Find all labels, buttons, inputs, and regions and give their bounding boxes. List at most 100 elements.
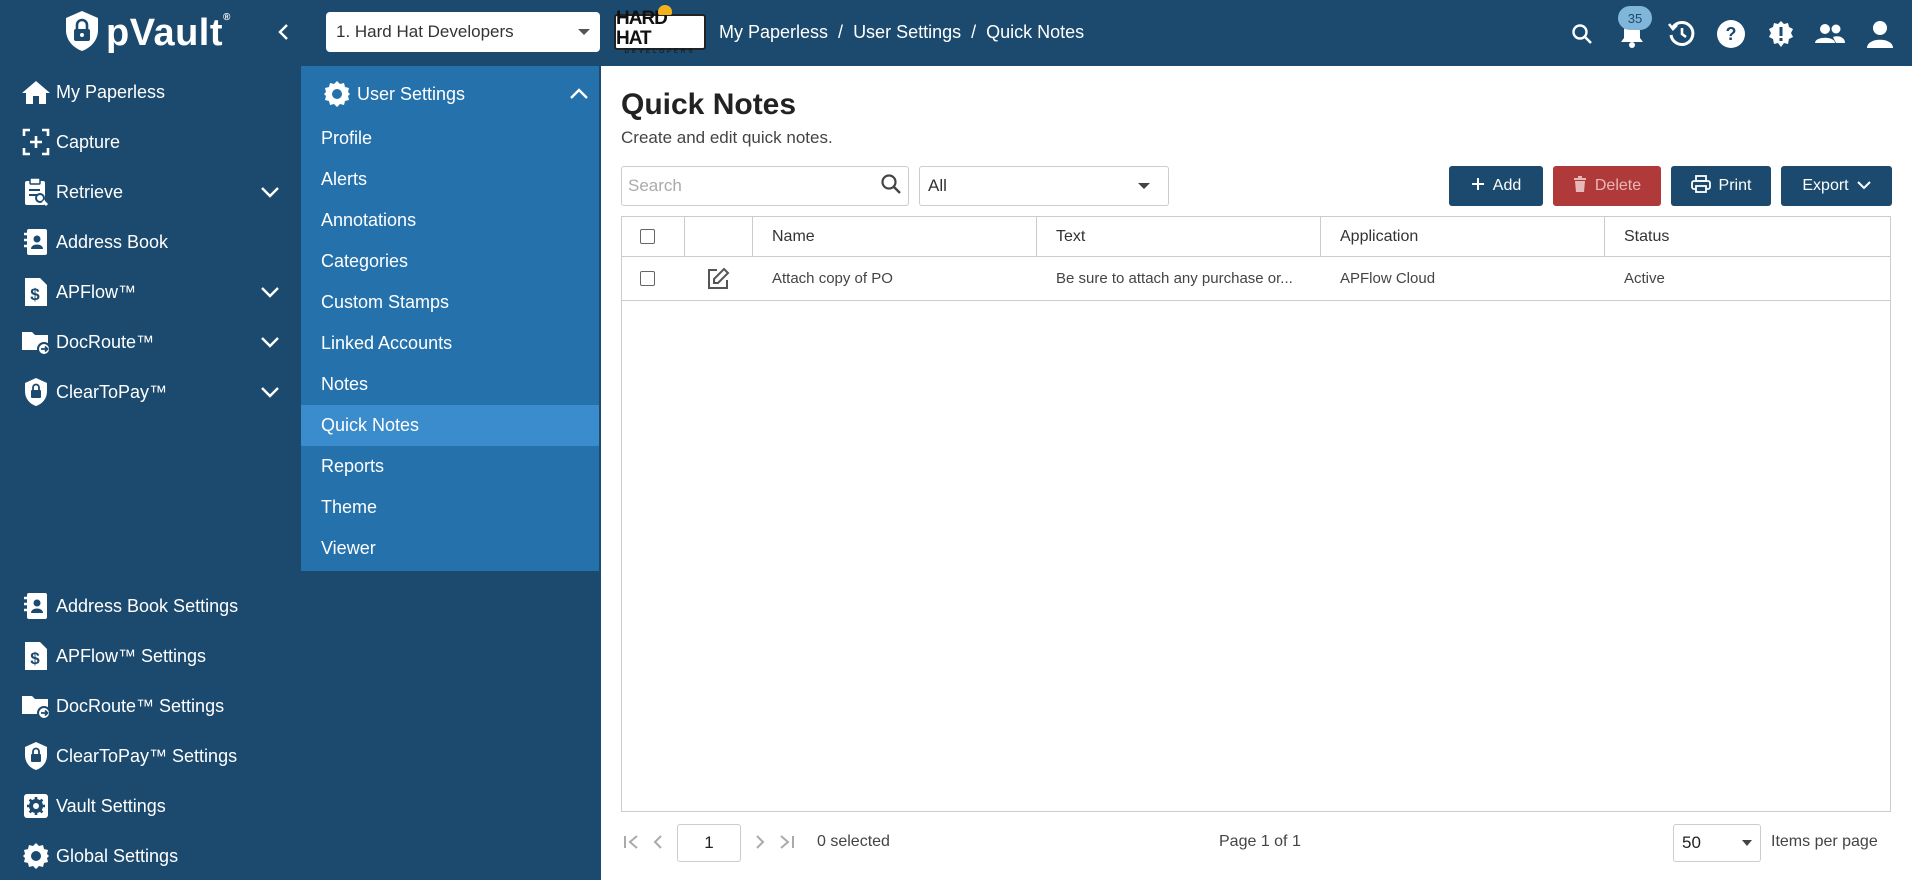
- sidebar-item-label: ClearToPay™ Settings: [56, 745, 238, 766]
- history-icon[interactable]: [1662, 14, 1702, 54]
- status-filter-select[interactable]: All: [919, 166, 1169, 206]
- subnav-item-quick-notes[interactable]: Quick Notes: [301, 405, 599, 446]
- subnav-header-user-settings[interactable]: User Settings: [321, 76, 589, 112]
- address-book-icon: [20, 590, 52, 622]
- user-profile-icon[interactable]: [1860, 14, 1900, 54]
- subnav-item-linked-accounts[interactable]: Linked Accounts: [301, 323, 599, 364]
- chevron-down-icon: [1856, 177, 1871, 195]
- alert-icon[interactable]: [1761, 14, 1801, 54]
- sidebar-item-label: Global Settings: [56, 845, 179, 866]
- breadcrumb-item[interactable]: My Paperless: [719, 22, 828, 43]
- chevron-down-icon[interactable]: [260, 382, 280, 403]
- printer-icon: [1690, 174, 1711, 198]
- sidebar-item-label: DocRoute™: [56, 331, 155, 352]
- quick-notes-table: Name Text Application Status Attach copy…: [621, 216, 1891, 812]
- sidebar-item-apflow[interactable]: $ APFlow™: [20, 272, 280, 312]
- selected-count: 0 selected: [817, 833, 890, 850]
- notification-badge: 35: [1618, 6, 1652, 30]
- trash-icon: [1573, 175, 1587, 197]
- main-content: Quick Notes Create and edit quick notes.…: [601, 66, 1912, 880]
- export-button[interactable]: Export: [1781, 166, 1892, 206]
- subnav-item-theme[interactable]: Theme: [301, 487, 599, 528]
- sidebar-item-label: APFlow™: [56, 281, 137, 302]
- page-info: Page 1 of 1: [1219, 833, 1301, 850]
- last-page-icon[interactable]: [775, 830, 797, 854]
- delete-button[interactable]: Delete: [1553, 166, 1661, 206]
- next-page-icon[interactable]: [749, 830, 771, 854]
- cell-status: Active: [1624, 270, 1665, 287]
- chevron-up-icon[interactable]: [569, 84, 589, 105]
- gear-icon: [20, 790, 52, 822]
- page-title: Quick Notes: [621, 88, 797, 121]
- subnav-item-annotations[interactable]: Annotations: [301, 200, 599, 241]
- gear-icon: [321, 78, 353, 110]
- page-number-input[interactable]: 1: [677, 824, 741, 862]
- sidebar-item-capture[interactable]: Capture: [20, 122, 280, 162]
- subnav-item-categories[interactable]: Categories: [301, 241, 599, 282]
- breadcrumb: My Paperless / User Settings / Quick Not…: [719, 22, 1085, 43]
- caret-down-icon: [1742, 840, 1752, 846]
- select-all-checkbox[interactable]: [640, 229, 655, 244]
- subnav-item-profile[interactable]: Profile: [301, 118, 599, 159]
- collapse-sidebar-button[interactable]: [270, 18, 296, 46]
- sidebar-item-address-book[interactable]: Address Book: [20, 222, 280, 262]
- sidebar-item-label: Capture: [56, 131, 121, 152]
- sidebar-item-global-settings[interactable]: Global Settings: [20, 836, 280, 876]
- sidebar-item-label: APFlow™ Settings: [56, 645, 207, 666]
- print-button-label: Print: [1718, 177, 1752, 194]
- previous-page-icon[interactable]: [647, 830, 669, 854]
- plus-icon: [1471, 177, 1485, 196]
- subnav-item-viewer[interactable]: Viewer: [301, 528, 599, 569]
- first-page-icon[interactable]: [621, 830, 643, 854]
- sidebar-item-label: Retrieve: [56, 181, 124, 202]
- svg-text:$: $: [30, 285, 40, 304]
- chevron-left-icon: [278, 24, 288, 40]
- row-checkbox[interactable]: [640, 271, 655, 286]
- table-row[interactable]: Attach copy of PO Be sure to attach any …: [622, 257, 1890, 301]
- pagination: 1 0 selected Page 1 of 1 50 Items per pa…: [621, 820, 1891, 864]
- column-header-name[interactable]: Name: [772, 217, 815, 256]
- sidebar-item-vault-settings[interactable]: Vault Settings: [20, 786, 280, 826]
- sidebar-item-docroute-settings[interactable]: DocRoute™ Settings: [20, 686, 280, 726]
- column-header-application[interactable]: Application: [1340, 217, 1418, 256]
- organization-logo: HARD HAT DEVELOPERS: [614, 4, 706, 55]
- subnav-item-alerts[interactable]: Alerts: [301, 159, 599, 200]
- shield-lock-icon: [20, 376, 52, 408]
- sidebar-item-retrieve[interactable]: Retrieve: [20, 172, 280, 212]
- help-icon[interactable]: ?: [1711, 14, 1751, 54]
- app-logo[interactable]: pVault®: [64, 10, 231, 54]
- add-button[interactable]: Add: [1449, 166, 1543, 206]
- items-per-page-select[interactable]: 50: [1673, 824, 1761, 862]
- sidebar-item-my-paperless[interactable]: My Paperless: [20, 72, 280, 112]
- subnav-item-notes[interactable]: Notes: [301, 364, 599, 405]
- dollar-doc-icon: $: [20, 640, 52, 672]
- sidebar-item-cleartopay-settings[interactable]: ClearToPay™ Settings: [20, 736, 280, 776]
- sidebar-item-label: Vault Settings: [56, 795, 166, 816]
- chevron-down-icon[interactable]: [260, 282, 280, 303]
- subnav-item-custom-stamps[interactable]: Custom Stamps: [301, 282, 599, 323]
- sidebar-item-docroute[interactable]: DocRoute™: [20, 322, 280, 362]
- sidebar-item-label: My Paperless: [56, 81, 166, 102]
- breadcrumb-item[interactable]: User Settings: [853, 22, 961, 43]
- chevron-down-icon[interactable]: [260, 332, 280, 353]
- status-filter-value: All: [928, 176, 947, 195]
- caret-down-icon: [1138, 183, 1150, 189]
- search-icon[interactable]: [880, 173, 902, 200]
- chevron-down-icon[interactable]: [260, 182, 280, 203]
- sidebar-item-cleartopay[interactable]: ClearToPay™: [20, 372, 280, 412]
- column-header-text[interactable]: Text: [1056, 217, 1085, 256]
- subnav-item-reports[interactable]: Reports: [301, 446, 599, 487]
- sidebar-item-label: ClearToPay™: [56, 381, 168, 402]
- capture-icon: [20, 126, 52, 158]
- table-header: Name Text Application Status: [622, 217, 1890, 257]
- users-icon[interactable]: [1810, 14, 1850, 54]
- edit-icon[interactable]: [706, 257, 730, 300]
- search-input[interactable]: [628, 176, 880, 196]
- search-icon[interactable]: [1562, 14, 1602, 54]
- sidebar-item-apflow-settings[interactable]: $ APFlow™ Settings: [20, 636, 280, 676]
- sidebar-item-address-book-settings[interactable]: Address Book Settings: [20, 586, 280, 626]
- settings-subnav-panel: User Settings Profile Alerts Annotations…: [301, 66, 599, 571]
- organization-select[interactable]: 1. Hard Hat Developers: [326, 12, 600, 52]
- print-button[interactable]: Print: [1671, 166, 1771, 206]
- column-header-status[interactable]: Status: [1624, 217, 1669, 256]
